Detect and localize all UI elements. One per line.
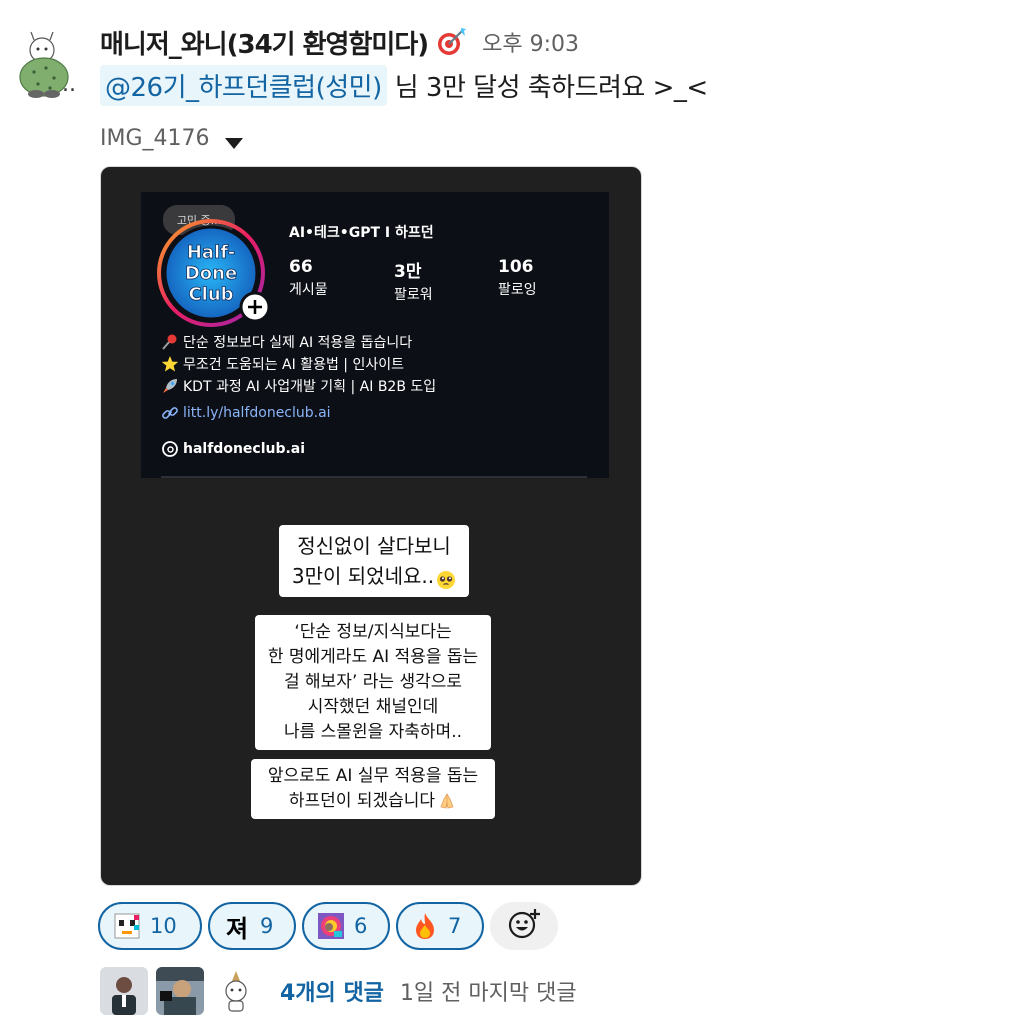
image-attachment[interactable]: 고민 중... Half- Done Club AI•테크•GPT I 하프던 …	[100, 166, 642, 886]
logo-line-2: Done	[185, 263, 237, 284]
sender-name[interactable]: 매니저_와니(34기 환영함미다)	[100, 24, 429, 61]
message-body: @26기_하프던클럽(성민) 님 3만 달성 축하드려요 >_<	[100, 62, 708, 108]
link-icon	[161, 404, 179, 422]
reply-count-link[interactable]: 4개의 댓글	[280, 975, 384, 1007]
char-icon: 져	[225, 914, 249, 943]
last-reply-time: 1일 전 마지막 댓글	[399, 981, 577, 1006]
message-header: 매니저_와니(34기 환영함미다) 오후 9:03	[100, 22, 579, 62]
threads-icon	[161, 440, 179, 458]
thread-avatar-2	[156, 967, 204, 1015]
pushpin-icon	[161, 333, 179, 351]
bio-line-1: 단순 정보보다 실제 AI 적용을 돕습니다	[161, 332, 412, 352]
reaction-fire[interactable]: 7	[396, 902, 484, 950]
message-timestamp[interactable]: 오후 9:03	[482, 26, 579, 58]
bio-link: litt.ly/halfdoneclub.ai	[161, 404, 331, 422]
add-reaction-icon	[507, 907, 541, 945]
pixel-face-icon	[112, 911, 142, 941]
story-text-block-3: 앞으로도 AI 실무 적용을 돕는 하프던이 되겠습니다	[251, 759, 495, 819]
pleading-face-icon	[436, 568, 456, 589]
halfdone-club-logo: Half- Done Club	[149, 217, 277, 329]
instagram-profile-screenshot: 고민 중... Half- Done Club AI•테크•GPT I 하프던 …	[141, 192, 609, 478]
bio-line-3: KDT 과정 AI 사업개발 기획 | AI B2B 도입	[161, 376, 436, 396]
attachment-header[interactable]: IMG_4176	[100, 120, 244, 156]
rocket-icon	[161, 377, 179, 395]
reaction-pixel-face[interactable]: 10	[98, 902, 202, 950]
reaction-count: 10	[150, 914, 177, 938]
dart-icon	[434, 25, 468, 59]
message-text: 님 3만 달성 축하드려요 >_<	[394, 72, 708, 103]
story-text-block-2: ‘단순 정보/지식보다는 한 명에게라도 AI 적용을 돕는 걸 해보자’ 라는…	[255, 615, 491, 750]
profile-name: AI•테크•GPT I 하프던	[289, 225, 434, 241]
stat-followers: 3만 팔로워	[394, 262, 433, 303]
reaction-count: 9	[260, 914, 274, 938]
avatar-suffix: ..	[62, 72, 76, 97]
bio-threads: halfdoneclub.ai	[161, 440, 305, 458]
attachment-filename: IMG_4176	[100, 125, 210, 151]
reactions-bar: 10 져 9 6 7	[98, 902, 558, 950]
profile-divider	[161, 476, 587, 478]
stat-posts: 66 게시물	[289, 257, 328, 298]
star-icon	[161, 355, 179, 373]
logo-line-1: Half-	[187, 242, 235, 263]
fire-icon	[410, 911, 440, 941]
bio-line-2: 무조건 도움되는 AI 활용법 | 인사이트	[161, 354, 404, 374]
colorful-face-icon	[316, 911, 346, 941]
thread-avatar-1	[100, 967, 148, 1015]
stat-following: 106 팔로잉	[498, 257, 537, 298]
folded-hands-icon	[437, 791, 457, 811]
reaction-count: 7	[448, 914, 462, 938]
reaction-count: 6	[354, 914, 368, 938]
logo-line-3: Club	[188, 284, 233, 305]
caret-down-icon[interactable]	[224, 131, 244, 149]
add-reaction-button[interactable]	[490, 902, 558, 950]
story-text-block-1: 정신없이 살다보니 3만이 되었네요..	[279, 525, 469, 597]
reaction-char[interactable]: 져 9	[208, 902, 296, 950]
thread-summary[interactable]: 4개의 댓글 1일 전 마지막 댓글	[100, 966, 577, 1016]
thread-avatar-3	[212, 967, 260, 1015]
reaction-colorful-face[interactable]: 6	[302, 902, 390, 950]
user-mention[interactable]: @26기_하프던클럽(성민)	[100, 64, 387, 106]
